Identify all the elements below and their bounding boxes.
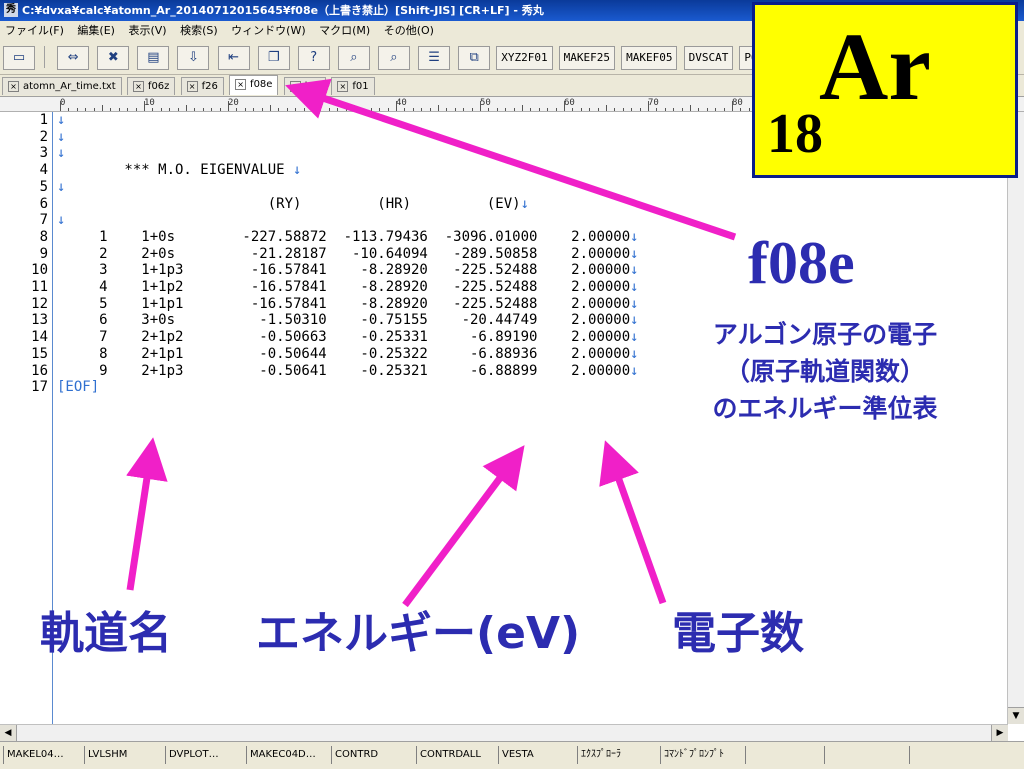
arrow-to-electron-count [599, 440, 667, 605]
description-line: のエネルギー準位表 [712, 394, 938, 423]
description-line: アルゴン原子の電子 [712, 320, 938, 349]
electron-count-label: 電子数 [672, 608, 804, 659]
arrow-to-orbital-name [126, 437, 168, 591]
atomic-number: 18 [767, 103, 823, 165]
arrow-to-tab [285, 78, 737, 241]
file-label: f08e [748, 230, 855, 296]
element-symbol: Ar [819, 13, 931, 120]
description: アルゴン原子の電子 （原子軌道関数） のエネルギー準位表 [665, 316, 985, 427]
orbital-name-label: 軌道名 [40, 608, 172, 659]
arrow-to-energy [402, 445, 525, 608]
description-line: （原子軌道関数） [724, 357, 925, 386]
element-box: 18 Ar [752, 2, 1018, 178]
energy-label: エネルギー(eV) [256, 608, 581, 659]
